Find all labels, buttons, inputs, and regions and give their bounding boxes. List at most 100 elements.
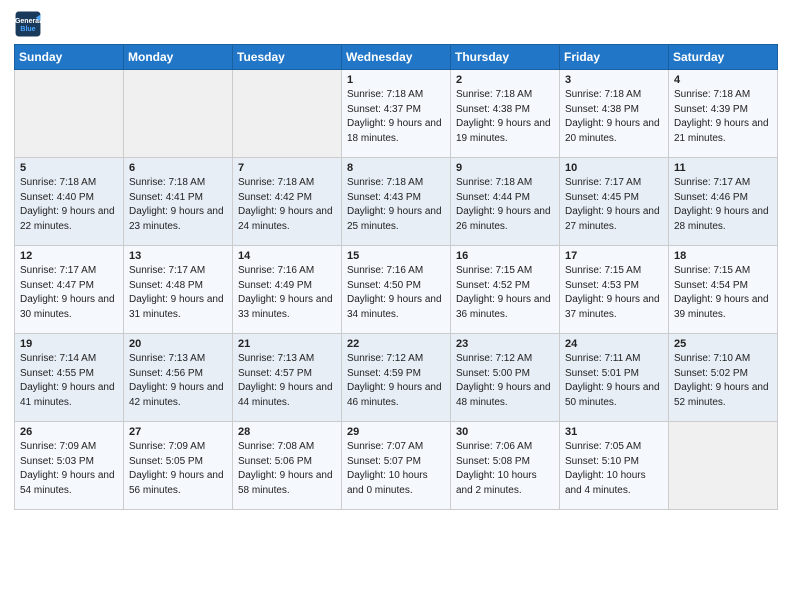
weekday-header-tuesday: Tuesday	[233, 45, 342, 70]
calendar-cell: 12 Sunrise: 7:17 AMSunset: 4:47 PMDayligh…	[15, 246, 124, 334]
weekday-header-thursday: Thursday	[451, 45, 560, 70]
day-info: Sunrise: 7:05 AMSunset: 5:10 PMDaylight:…	[565, 440, 663, 498]
day-info: Sunrise: 7:13 AMSunset: 4:56 PMDaylight:…	[129, 352, 227, 410]
week-row-5: 26 Sunrise: 7:09 AMSunset: 5:03 PMDayligh…	[15, 422, 778, 510]
day-info: Sunrise: 7:15 AMSunset: 4:54 PMDaylight:…	[674, 264, 772, 322]
day-info: Sunrise: 7:08 AMSunset: 5:06 PMDaylight:…	[238, 440, 336, 498]
calendar-cell: 25 Sunrise: 7:10 AMSunset: 5:02 PMDayligh…	[669, 334, 778, 422]
day-info: Sunrise: 7:18 AMSunset: 4:37 PMDaylight:…	[347, 88, 445, 146]
calendar-cell: 26 Sunrise: 7:09 AMSunset: 5:03 PMDayligh…	[15, 422, 124, 510]
day-info: Sunrise: 7:12 AMSunset: 4:59 PMDaylight:…	[347, 352, 445, 410]
day-number: 23	[456, 338, 554, 350]
day-number: 21	[238, 338, 336, 350]
svg-text:Blue: Blue	[20, 26, 35, 33]
day-info: Sunrise: 7:18 AMSunset: 4:43 PMDaylight:…	[347, 176, 445, 234]
calendar-cell: 1 Sunrise: 7:18 AMSunset: 4:37 PMDaylight…	[342, 70, 451, 158]
calendar-cell: 20 Sunrise: 7:13 AMSunset: 4:56 PMDayligh…	[124, 334, 233, 422]
calendar-cell	[15, 70, 124, 158]
day-number: 16	[456, 250, 554, 262]
calendar-cell	[124, 70, 233, 158]
day-number: 14	[238, 250, 336, 262]
calendar-header: SundayMondayTuesdayWednesdayThursdayFrid…	[15, 45, 778, 70]
day-info: Sunrise: 7:12 AMSunset: 5:00 PMDaylight:…	[456, 352, 554, 410]
day-number: 20	[129, 338, 227, 350]
day-info: Sunrise: 7:09 AMSunset: 5:03 PMDaylight:…	[20, 440, 118, 498]
day-info: Sunrise: 7:18 AMSunset: 4:44 PMDaylight:…	[456, 176, 554, 234]
week-row-4: 19 Sunrise: 7:14 AMSunset: 4:55 PMDayligh…	[15, 334, 778, 422]
week-row-3: 12 Sunrise: 7:17 AMSunset: 4:47 PMDayligh…	[15, 246, 778, 334]
day-info: Sunrise: 7:18 AMSunset: 4:38 PMDaylight:…	[565, 88, 663, 146]
day-number: 11	[674, 162, 772, 174]
svg-text:General: General	[15, 18, 41, 25]
week-row-2: 5Sunrise: 7:18 AMSunset: 4:40 PMDaylight…	[15, 158, 778, 246]
calendar-cell: 24 Sunrise: 7:11 AMSunset: 5:01 PMDayligh…	[560, 334, 669, 422]
day-number: 10	[565, 162, 663, 174]
calendar-cell: 15 Sunrise: 7:16 AMSunset: 4:50 PMDayligh…	[342, 246, 451, 334]
day-info: Sunrise: 7:14 AMSunset: 4:55 PMDaylight:…	[20, 352, 118, 410]
day-info: Sunrise: 7:18 AMSunset: 4:40 PMDaylight:…	[20, 176, 118, 234]
calendar-cell: 27Sunrise: 7:09 AMSunset: 5:05 PMDayligh…	[124, 422, 233, 510]
day-number: 7	[238, 162, 336, 174]
calendar-cell: 6Sunrise: 7:18 AMSunset: 4:41 PMDaylight…	[124, 158, 233, 246]
day-number: 2	[456, 74, 554, 86]
day-number: 26	[20, 426, 118, 438]
day-number: 24	[565, 338, 663, 350]
calendar-cell: 17 Sunrise: 7:15 AMSunset: 4:53 PMDayligh…	[560, 246, 669, 334]
calendar-cell: 7Sunrise: 7:18 AMSunset: 4:42 PMDaylight…	[233, 158, 342, 246]
day-number: 28	[238, 426, 336, 438]
weekday-header-saturday: Saturday	[669, 45, 778, 70]
day-info: Sunrise: 7:13 AMSunset: 4:57 PMDaylight:…	[238, 352, 336, 410]
calendar-cell: 23 Sunrise: 7:12 AMSunset: 5:00 PMDayligh…	[451, 334, 560, 422]
day-info: Sunrise: 7:06 AMSunset: 5:08 PMDaylight:…	[456, 440, 554, 498]
day-info: Sunrise: 7:18 AMSunset: 4:39 PMDaylight:…	[674, 88, 772, 146]
day-number: 15	[347, 250, 445, 262]
week-row-1: 1 Sunrise: 7:18 AMSunset: 4:37 PMDaylight…	[15, 70, 778, 158]
weekday-header-row: SundayMondayTuesdayWednesdayThursdayFrid…	[15, 45, 778, 70]
logo-icon: General Blue	[14, 10, 42, 38]
day-number: 8	[347, 162, 445, 174]
calendar-cell: 11Sunrise: 7:17 AMSunset: 4:46 PMDayligh…	[669, 158, 778, 246]
day-number: 9	[456, 162, 554, 174]
day-number: 12	[20, 250, 118, 262]
day-info: Sunrise: 7:15 AMSunset: 4:53 PMDaylight:…	[565, 264, 663, 322]
day-info: Sunrise: 7:09 AMSunset: 5:05 PMDaylight:…	[129, 440, 227, 498]
day-info: Sunrise: 7:11 AMSunset: 5:01 PMDaylight:…	[565, 352, 663, 410]
calendar-cell: 4 Sunrise: 7:18 AMSunset: 4:39 PMDaylight…	[669, 70, 778, 158]
header: General Blue	[14, 10, 778, 38]
day-number: 4	[674, 74, 772, 86]
day-info: Sunrise: 7:18 AMSunset: 4:38 PMDaylight:…	[456, 88, 554, 146]
day-number: 18	[674, 250, 772, 262]
day-info: Sunrise: 7:16 AMSunset: 4:50 PMDaylight:…	[347, 264, 445, 322]
calendar-cell: 14 Sunrise: 7:16 AMSunset: 4:49 PMDayligh…	[233, 246, 342, 334]
day-number: 30	[456, 426, 554, 438]
day-number: 31	[565, 426, 663, 438]
weekday-header-friday: Friday	[560, 45, 669, 70]
day-info: Sunrise: 7:16 AMSunset: 4:49 PMDaylight:…	[238, 264, 336, 322]
calendar-cell: 5Sunrise: 7:18 AMSunset: 4:40 PMDaylight…	[15, 158, 124, 246]
day-number: 1	[347, 74, 445, 86]
day-info: Sunrise: 7:10 AMSunset: 5:02 PMDaylight:…	[674, 352, 772, 410]
calendar-cell	[669, 422, 778, 510]
day-number: 19	[20, 338, 118, 350]
day-info: Sunrise: 7:17 AMSunset: 4:45 PMDaylight:…	[565, 176, 663, 234]
day-info: Sunrise: 7:17 AMSunset: 4:47 PMDaylight:…	[20, 264, 118, 322]
calendar-cell: 28 Sunrise: 7:08 AMSunset: 5:06 PMDayligh…	[233, 422, 342, 510]
calendar-cell: 16Sunrise: 7:15 AMSunset: 4:52 PMDayligh…	[451, 246, 560, 334]
day-number: 25	[674, 338, 772, 350]
calendar-table: SundayMondayTuesdayWednesdayThursdayFrid…	[14, 44, 778, 510]
day-info: Sunrise: 7:07 AMSunset: 5:07 PMDaylight:…	[347, 440, 445, 498]
day-number: 13	[129, 250, 227, 262]
calendar-cell: 13 Sunrise: 7:17 AMSunset: 4:48 PMDayligh…	[124, 246, 233, 334]
day-number: 17	[565, 250, 663, 262]
calendar-cell: 9 Sunrise: 7:18 AMSunset: 4:44 PMDaylight…	[451, 158, 560, 246]
calendar-cell: 31 Sunrise: 7:05 AMSunset: 5:10 PMDayligh…	[560, 422, 669, 510]
day-number: 29	[347, 426, 445, 438]
calendar-body: 1 Sunrise: 7:18 AMSunset: 4:37 PMDaylight…	[15, 70, 778, 510]
calendar-cell: 29 Sunrise: 7:07 AMSunset: 5:07 PMDayligh…	[342, 422, 451, 510]
day-number: 6	[129, 162, 227, 174]
calendar-cell: 2 Sunrise: 7:18 AMSunset: 4:38 PMDaylight…	[451, 70, 560, 158]
logo: General Blue	[14, 10, 44, 38]
day-info: Sunrise: 7:17 AMSunset: 4:48 PMDaylight:…	[129, 264, 227, 322]
calendar-cell: 30 Sunrise: 7:06 AMSunset: 5:08 PMDayligh…	[451, 422, 560, 510]
calendar-cell: 18 Sunrise: 7:15 AMSunset: 4:54 PMDayligh…	[669, 246, 778, 334]
